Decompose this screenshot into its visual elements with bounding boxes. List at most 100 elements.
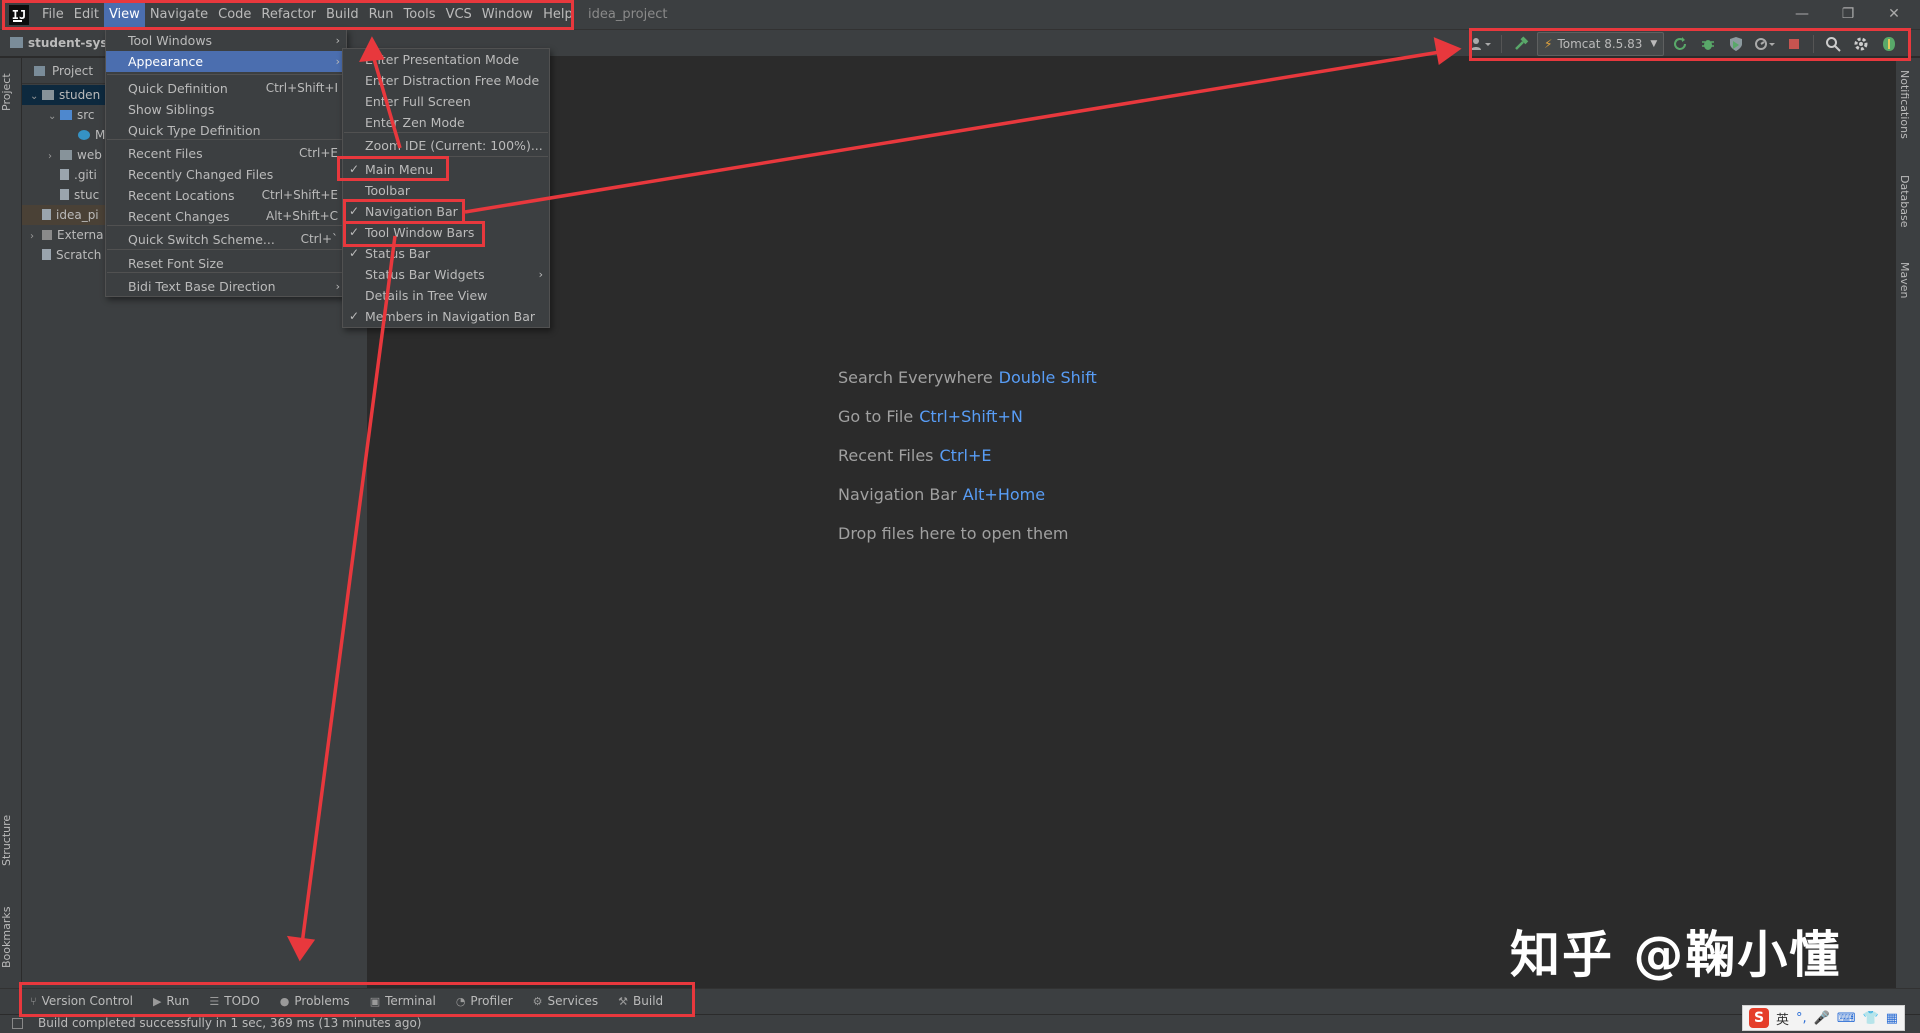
- appearance-menu-item[interactable]: ✓ Members in Navigation Bar: [343, 306, 549, 327]
- view-menu-item[interactable]: Appearance ›: [106, 51, 346, 72]
- apps-grid-icon[interactable]: ▦: [1886, 1011, 1898, 1026]
- expand-arrow-icon[interactable]: ⌄: [30, 87, 42, 107]
- tree-item-label: Externa: [57, 228, 104, 242]
- appearance-menu-item[interactable]: Status Bar Widgets ›: [343, 264, 549, 285]
- status-toggle-icon[interactable]: [12, 1018, 23, 1029]
- editor-hint: Drop files here to open them: [838, 524, 1069, 543]
- menu-item-label: Quick Switch Scheme...: [128, 232, 275, 247]
- expand-arrow-icon[interactable]: ⌄: [48, 107, 60, 127]
- class-icon: [78, 130, 90, 140]
- submenu-arrow-icon: ›: [335, 280, 340, 293]
- tree-item-label: web: [77, 148, 102, 162]
- folder-icon: [60, 150, 72, 160]
- menu-item-label: Reset Font Size: [128, 256, 224, 271]
- hint-shortcut: Ctrl+E: [939, 446, 992, 465]
- tree-item-label: src: [77, 108, 95, 122]
- menu-item-label: Enter Presentation Mode: [365, 52, 520, 67]
- close-button[interactable]: ✕: [1871, 0, 1917, 29]
- keyboard-icon[interactable]: ⌨: [1837, 1011, 1856, 1026]
- window-title: idea_project: [588, 7, 668, 22]
- menu-item-label: Enter Zen Mode: [365, 115, 465, 130]
- notifications-tool-tab[interactable]: Notifications: [1898, 70, 1911, 160]
- menu-item-label: Members in Navigation Bar: [365, 309, 536, 324]
- appearance-menu-item[interactable]: Toolbar: [343, 180, 549, 201]
- appearance-menu-item[interactable]: Enter Full Screen: [343, 91, 549, 112]
- tree-item-label: idea_pi: [56, 208, 99, 222]
- tree-item-label: .giti: [74, 168, 97, 182]
- annotation-box-main-menu-item: [337, 156, 449, 181]
- tree-item-label: M: [95, 128, 106, 142]
- tree-item-label: Scratch: [56, 248, 102, 262]
- file-icon: [42, 209, 51, 220]
- appearance-menu-item[interactable]: Details in Tree View: [343, 285, 549, 306]
- annotation-box-navigation-bar: [1469, 28, 1911, 61]
- view-menu-item[interactable]: Quick Switch Scheme... Ctrl+`: [106, 229, 346, 250]
- menu-item-label: Tool Windows: [128, 33, 213, 48]
- menu-item-label: Recently Changed Files: [128, 167, 274, 182]
- view-menu-item[interactable]: Recent Changes Alt+Shift+C: [106, 206, 346, 227]
- menu-item-label: Zoom IDE (Current: 100%)...: [365, 138, 543, 153]
- menu-item-label: Bidi Text Base Direction: [128, 279, 276, 294]
- view-menu-item[interactable]: Tool Windows ›: [106, 30, 346, 51]
- view-menu-item[interactable]: Recent Locations Ctrl+Shift+E: [106, 185, 346, 206]
- project-panel-title[interactable]: Project: [52, 58, 93, 84]
- expand-arrow-icon[interactable]: ›: [30, 227, 42, 247]
- hint-shortcut: Ctrl+Shift+N: [919, 407, 1023, 426]
- project-tab-label: Project: [0, 73, 13, 111]
- sogou-logo-icon[interactable]: S: [1749, 1008, 1769, 1028]
- annotation-box-tool-window-bars-item: [343, 221, 485, 247]
- view-menu-item[interactable]: Show Siblings: [106, 99, 346, 120]
- hint-text: Go to File: [838, 407, 914, 426]
- submenu-arrow-icon: ›: [335, 55, 340, 68]
- view-menu-item[interactable]: Quick Definition Ctrl+Shift+I: [106, 78, 346, 99]
- lib-icon: [42, 230, 52, 240]
- notifications-tab-label: Notifications: [1898, 70, 1911, 139]
- menu-item-label: Recent Locations: [128, 188, 235, 203]
- appearance-submenu: Enter Presentation Mode Enter Distraction…: [342, 48, 550, 328]
- menu-item-shortcut: Ctrl+Shift+I: [265, 81, 338, 95]
- view-menu-item[interactable]: Reset Font Size: [106, 253, 346, 274]
- menu-item-label: Enter Full Screen: [365, 94, 471, 109]
- view-menu-item[interactable]: Bidi Text Base Direction ›: [106, 276, 346, 297]
- skin-icon[interactable]: 👕: [1863, 1011, 1879, 1026]
- menu-item-shortcut: Alt+Shift+C: [265, 209, 338, 223]
- menu-item-label: Recent Files: [128, 146, 203, 161]
- file-icon: [60, 189, 69, 200]
- microphone-icon[interactable]: 🎤: [1814, 1011, 1830, 1026]
- ime-language-toggle[interactable]: 英: [1776, 1009, 1789, 1028]
- view-menu-item[interactable]: Recent Files Ctrl+E: [106, 143, 346, 164]
- hint-shortcut: Double Shift: [998, 368, 1097, 387]
- database-tool-tab[interactable]: Database: [1898, 175, 1911, 245]
- menu-item-label: Details in Tree View: [365, 288, 488, 303]
- hint-text: Navigation Bar: [838, 485, 957, 504]
- appearance-menu-item[interactable]: Enter Distraction Free Mode: [343, 70, 549, 91]
- ime-toolbar: S 英 °, 🎤 ⌨ 👕 ▦: [1742, 1005, 1906, 1031]
- zhihu-watermark: 知乎 @鞠小懂: [1510, 926, 1842, 984]
- breadcrumb[interactable]: student-syst: [28, 29, 113, 57]
- menu-item-label: Quick Type Definition: [128, 123, 261, 138]
- appearance-menu-item[interactable]: Zoom IDE (Current: 100%)...: [343, 135, 549, 156]
- restore-button[interactable]: ❐: [1825, 0, 1871, 29]
- structure-tool-tab[interactable]: Structure: [0, 800, 21, 880]
- file-icon: [60, 169, 69, 180]
- appearance-menu-item[interactable]: Enter Presentation Mode: [343, 49, 549, 70]
- view-menu-item[interactable]: Recently Changed Files: [106, 164, 346, 185]
- view-menu-item[interactable]: Quick Type Definition: [106, 120, 346, 141]
- hint-text: Drop files here to open them: [838, 524, 1069, 543]
- scratch-icon: [42, 249, 51, 260]
- annotation-box-main-menu: [2, 0, 574, 30]
- menu-item-label: Enter Distraction Free Mode: [365, 73, 540, 88]
- project-tool-tab[interactable]: Project: [0, 62, 21, 122]
- maven-tool-tab[interactable]: Maven: [1898, 262, 1911, 322]
- editor-empty-area[interactable]: [368, 58, 1896, 988]
- expand-arrow-icon[interactable]: ›: [48, 147, 60, 167]
- menu-item-label: Recent Changes: [128, 209, 230, 224]
- punctuation-icon[interactable]: °,: [1796, 1011, 1807, 1026]
- tree-item-label: studen: [59, 88, 101, 102]
- menu-item-label: Quick Definition: [128, 81, 228, 96]
- submenu-arrow-icon: ›: [335, 34, 340, 47]
- minimize-button[interactable]: —: [1779, 0, 1825, 29]
- bookmarks-tool-tab[interactable]: Bookmarks: [0, 895, 21, 980]
- appearance-menu-item[interactable]: Enter Zen Mode: [343, 112, 549, 133]
- project-view-icon: [34, 66, 45, 76]
